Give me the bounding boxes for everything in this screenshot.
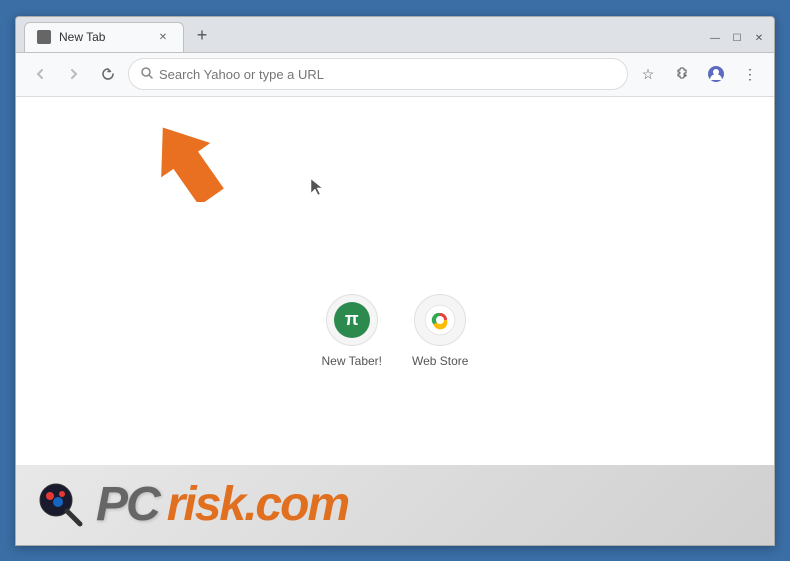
bookmark-icon[interactable]: ☆ [634,60,662,88]
back-button[interactable] [26,60,54,88]
magnifier-logo-icon [36,480,86,530]
refresh-button[interactable] [94,60,122,88]
maximize-button[interactable]: ☐ [730,32,744,46]
shortcuts-area: π New Taber! [322,294,469,368]
close-button[interactable]: ✕ [752,32,766,46]
tab-close-button[interactable]: ✕ [155,29,171,45]
newtaber-shortcut-icon[interactable]: π [326,294,378,346]
shortcut-webstore[interactable]: Web Store [412,294,468,368]
new-tab-button[interactable]: + [188,22,216,50]
newtaber-logo: π [334,302,370,338]
tab-favicon-icon [37,30,51,44]
risk-text: risk.com [167,477,348,532]
profile-icon[interactable] [702,60,730,88]
nav-bar: ☆ ⋮ [16,53,774,97]
pcrisk-watermark: PCrisk.com [16,465,774,545]
newtaber-label: New Taber! [322,354,382,368]
window-controls: — ☐ ✕ [708,32,766,46]
minimize-button[interactable]: — [708,32,722,46]
nav-right-icons: ☆ ⋮ [634,60,764,88]
extensions-icon[interactable] [668,60,696,88]
browser-window: New Tab ✕ + — ☐ ✕ [15,16,775,546]
cursor-pointer [311,179,325,200]
forward-button[interactable] [60,60,88,88]
tab-title: New Tab [59,30,147,44]
address-bar[interactable] [128,58,628,90]
browser-tab[interactable]: New Tab ✕ [24,22,184,52]
webstore-label: Web Store [412,354,468,368]
search-icon [141,67,153,82]
webstore-shortcut-icon[interactable] [414,294,466,346]
pcrisk-logo: PCrisk.com [96,477,348,532]
title-bar: New Tab ✕ + — ☐ ✕ [16,17,774,53]
url-input[interactable] [159,67,615,82]
browser-content: π New Taber! [16,97,774,545]
menu-icon[interactable]: ⋮ [736,60,764,88]
new-tab-page: π New Taber! [16,97,774,545]
pc-text: PC [96,477,159,532]
shortcut-newtaber[interactable]: π New Taber! [322,294,382,368]
